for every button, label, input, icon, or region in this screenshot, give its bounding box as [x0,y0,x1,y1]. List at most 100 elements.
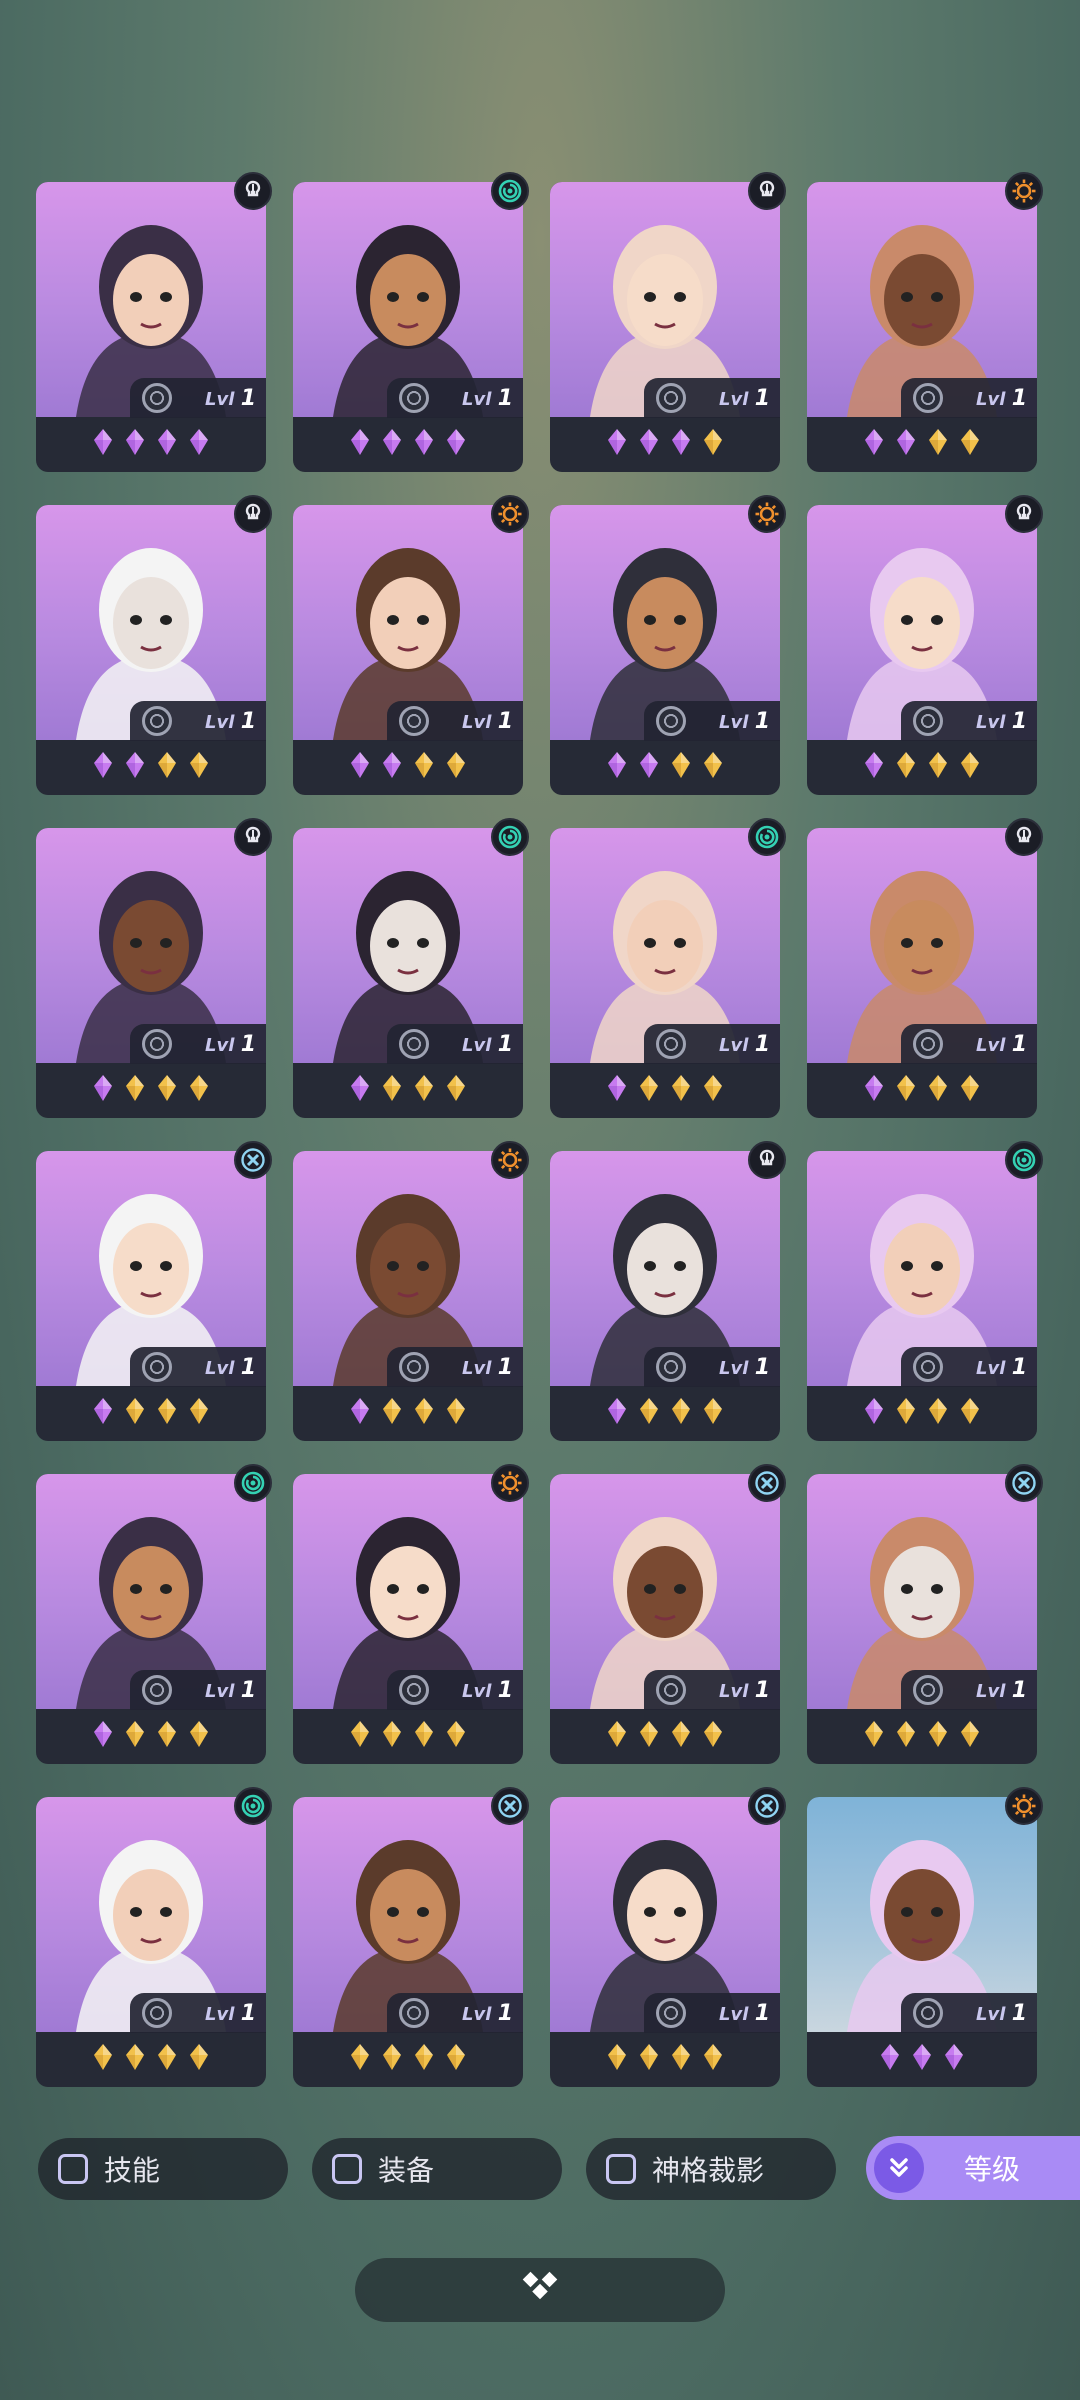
gold-gem-icon [606,1720,628,1756]
gold-gem-icon [959,428,981,464]
gold-gem-icon [638,1074,660,1110]
star-gems [293,1720,523,1756]
hero-card[interactable]: Lvl 1 [293,172,529,472]
purple-gem-icon [445,428,467,464]
hero-card[interactable]: Lvl 1 [550,1787,786,2087]
hero-card[interactable]: Lvl 1 [807,818,1043,1118]
mind-icon [234,818,272,856]
purple-gem-icon [349,428,371,464]
gold-gem-icon [381,1397,403,1433]
purple-gem-icon [92,1074,114,1110]
equipment-slot-icon [142,1029,172,1059]
gold-gem-icon [188,2043,210,2079]
star-gems [36,2043,266,2079]
equipment-slot-icon [656,1352,686,1382]
hero-card[interactable]: Lvl 1 [36,172,272,472]
level-bar: Lvl 1 [130,1347,266,1387]
gold-gem-icon [670,751,692,787]
level-label: Lvl 1 [462,385,513,411]
purple-gem-icon [638,751,660,787]
star-gems [807,428,1037,464]
gold-gem-icon [445,1074,467,1110]
hero-card[interactable]: Lvl 1 [293,1787,529,2087]
gold-gem-icon [124,1397,146,1433]
purple-gem-icon [606,1397,628,1433]
spiral-icon [1005,1141,1043,1179]
filter-equipment-label: 装备 [378,2154,435,2187]
filter-skill[interactable]: 技能 [38,2138,288,2200]
hero-card[interactable]: Lvl 1 [36,495,272,795]
hero-card[interactable]: Lvl 1 [36,1787,272,2087]
level-bar: Lvl 1 [387,378,523,418]
equipment-slot-icon [142,706,172,736]
filter-equipment[interactable]: 装备 [312,2138,562,2200]
hero-card[interactable]: Lvl 1 [36,1464,272,1764]
level-label: Lvl 1 [205,385,256,411]
star-gems [36,428,266,464]
purple-gem-icon [879,2043,901,2079]
hero-card[interactable]: Lvl 1 [293,1141,529,1441]
gold-gem-icon [927,428,949,464]
sun-icon [491,1141,529,1179]
level-label: Lvl 1 [976,1677,1027,1703]
level-label: Lvl 1 [976,1354,1027,1380]
level-bar: Lvl 1 [130,1993,266,2033]
hero-card[interactable]: Lvl 1 [293,1464,529,1764]
level-label: Lvl 1 [462,1031,513,1057]
hero-card[interactable]: Lvl 1 [807,1464,1043,1764]
hero-card[interactable]: Lvl 1 [807,495,1043,795]
filter-divine-shadow[interactable]: 神格裁影 [586,2138,836,2200]
star-gems [36,1074,266,1110]
hero-card[interactable]: Lvl 1 [807,172,1043,472]
star-gems [550,428,780,464]
cross-icon [1005,1464,1043,1502]
equipment-slot-icon [399,383,429,413]
star-gems [550,2043,780,2079]
hero-card[interactable]: Lvl 1 [807,1787,1043,2087]
hero-card[interactable]: Lvl 1 [550,1141,786,1441]
gold-gem-icon [927,1720,949,1756]
hero-card[interactable]: Lvl 1 [550,818,786,1118]
cross-icon [748,1464,786,1502]
hero-card[interactable]: Lvl 1 [550,1464,786,1764]
gold-gem-icon [702,751,724,787]
gold-gem-icon [124,2043,146,2079]
gold-gem-icon [927,1074,949,1110]
level-bar: Lvl 1 [901,378,1037,418]
cross-icon [491,1787,529,1825]
sort-by-level-button[interactable]: 等级 [866,2136,1080,2200]
spiral-icon [491,172,529,210]
mind-icon [748,1141,786,1179]
hero-card[interactable]: Lvl 1 [36,818,272,1118]
level-bar: Lvl 1 [901,1024,1037,1064]
level-bar: Lvl 1 [644,378,780,418]
mind-icon [1005,818,1043,856]
purple-gem-icon [381,428,403,464]
filter-divine-shadow-label: 神格裁影 [652,2154,765,2187]
gold-gem-icon [188,751,210,787]
hero-card[interactable]: Lvl 1 [36,1141,272,1441]
gold-gem-icon [638,1397,660,1433]
bottom-toggle-bar[interactable] [355,2258,725,2322]
hero-card[interactable]: Lvl 1 [550,172,786,472]
gold-gem-icon [156,751,178,787]
checkbox-icon [58,2154,88,2184]
level-label: Lvl 1 [462,1354,513,1380]
equipment-slot-icon [913,706,943,736]
sun-icon [1005,1787,1043,1825]
checkbox-icon [332,2154,362,2184]
equipment-slot-icon [399,1998,429,2028]
star-gems [807,1074,1037,1110]
purple-gem-icon [349,751,371,787]
equipment-slot-icon [913,1675,943,1705]
purple-gem-icon [124,428,146,464]
spiral-icon [234,1464,272,1502]
hero-card[interactable]: Lvl 1 [293,818,529,1118]
gold-gem-icon [702,428,724,464]
hero-card[interactable]: Lvl 1 [550,495,786,795]
gold-gem-icon [702,2043,724,2079]
gold-gem-icon [156,2043,178,2079]
hero-card[interactable]: Lvl 1 [293,495,529,795]
hero-card[interactable]: Lvl 1 [807,1141,1043,1441]
gold-gem-icon [959,1074,981,1110]
